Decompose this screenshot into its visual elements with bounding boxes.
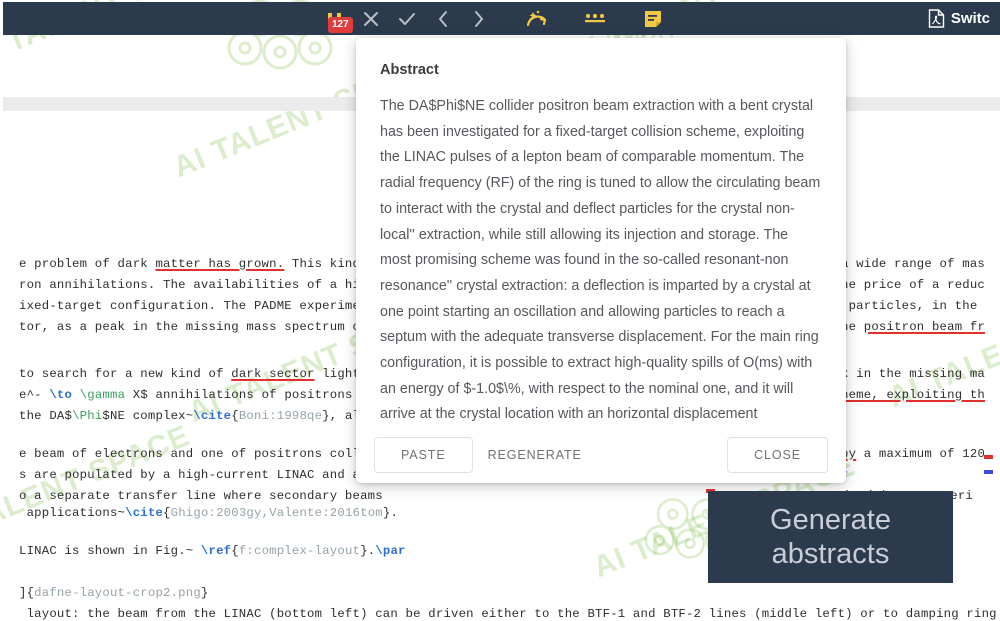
blue-change-marker <box>984 470 993 474</box>
code-line: e^- \to \gamma X$ annihilations of posit… <box>19 388 376 402</box>
code-line: he price of a reduc <box>841 278 986 292</box>
regenerate-button[interactable]: REGENERATE <box>472 436 597 473</box>
switch-to-pdf-button[interactable]: Switc <box>928 9 992 28</box>
modal-actions: PASTE REGENERATE CLOSE <box>356 426 846 483</box>
code-line: e problem of dark matter has grown. This… <box>19 257 383 271</box>
code-line: LINAC is shown in Fig.~ \ref{f:complex-l… <box>19 544 406 558</box>
code-line: ixed-target configuration. The PADME exp… <box>19 299 383 313</box>
close-button[interactable] <box>353 4 389 34</box>
next-button[interactable] <box>461 4 497 34</box>
notes-button[interactable] <box>635 4 671 34</box>
issues-badge: 127 <box>328 16 353 33</box>
code-line: heme, exploiting th <box>841 388 986 402</box>
chevron-right-icon <box>475 10 483 27</box>
chevron-left-icon <box>439 10 447 27</box>
code-line: the DA$\Phi$NE complex~\cite{Boni:1998qe… <box>19 409 383 423</box>
close-icon <box>364 11 378 26</box>
previous-button[interactable] <box>425 4 461 34</box>
code-line: ]{dafne-layout-crop2.png} <box>19 586 209 600</box>
tooltip-line-1: Generate <box>770 504 891 536</box>
check-icon <box>399 12 415 25</box>
modal-title: Abstract <box>380 62 439 78</box>
generate-abstract-button[interactable] <box>519 4 555 34</box>
tooltip-line-2: abstracts <box>771 538 890 570</box>
code-line: by a maximum of 120 <box>841 447 986 461</box>
code-line: e beam of electrons and one of positrons… <box>19 447 383 461</box>
red-change-marker <box>984 455 993 459</box>
abstract-modal: Abstract The DA$Phi$NE collider positron… <box>356 38 846 483</box>
pdf-icon <box>928 9 945 28</box>
issues-button[interactable]: 127 <box>317 4 353 34</box>
code-line: k in the missing ma <box>841 367 986 381</box>
app-root: 127 Switc e problem of dark matter has g… <box>0 0 1000 621</box>
three-dots-underline-icon <box>585 13 605 22</box>
switch-label: Switc <box>950 10 990 27</box>
note-icon <box>645 10 661 27</box>
close-button[interactable]: CLOSE <box>727 436 828 473</box>
code-line: tor, as a peak in the missing mass spect… <box>19 320 383 334</box>
modal-body: The DA$Phi$NE collider positron beam ext… <box>356 78 846 426</box>
accept-button[interactable] <box>389 4 425 34</box>
code-line: o a separate transfer line where seconda… <box>19 489 383 503</box>
code-line: he positron beam fr <box>841 320 986 334</box>
top-toolbar: 127 Switc <box>3 2 1000 35</box>
paste-button[interactable]: PASTE <box>374 436 473 473</box>
magic-sparkle-icon <box>526 10 547 26</box>
code-line: s are populated by a high-current LINAC … <box>19 468 383 482</box>
generate-abstracts-tooltip: Generate abstracts <box>708 491 953 583</box>
abstract-text: The DA$Phi$NE collider positron beam ext… <box>380 98 821 423</box>
code-line: a wide range of mas <box>841 257 986 271</box>
code-line: layout: the beam from the LINAC (bottom … <box>19 607 1000 621</box>
code-line: to search for a new kind of dark sector … <box>19 367 383 381</box>
code-line: applications~\cite{Ghigo:2003gy,Valente:… <box>19 506 399 520</box>
more-options-button[interactable] <box>577 4 613 34</box>
code-line: particles, in the <box>841 299 978 313</box>
code-line: ron annihilations. The availabilities of… <box>19 278 383 292</box>
